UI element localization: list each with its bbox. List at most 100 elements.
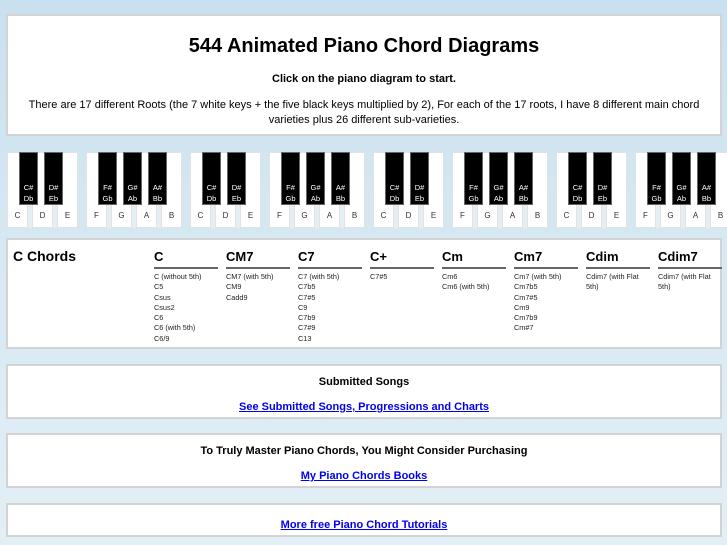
black-key-bb[interactable]: A# Bb [514, 152, 533, 205]
black-key-bb[interactable]: A# Bb [148, 152, 167, 205]
chord-variety-item[interactable]: Csus [154, 293, 218, 303]
black-key-bb[interactable]: A# Bb [697, 152, 716, 205]
chord-heading[interactable]: CM7 [226, 249, 290, 269]
chord-variety-item[interactable]: Cm6 [442, 272, 506, 282]
chord-variety-item[interactable]: C7b5 [298, 282, 362, 292]
chord-variety-item[interactable]: C6 [154, 313, 218, 323]
flat-label: Ab [310, 194, 321, 203]
key-group: F G A B F# Gb G# Ab A# Bb [269, 152, 365, 228]
chord-heading[interactable]: Cdim [586, 249, 650, 269]
chord-variety-item[interactable]: Cm6 (with 5th) [442, 282, 506, 292]
chord-variety-item[interactable]: C9 [298, 303, 362, 313]
chord-heading[interactable]: C [154, 249, 218, 269]
header-panel: 544 Animated Piano Chord Diagrams Click … [6, 14, 722, 136]
chord-variety-item[interactable]: Cm7b9 [514, 313, 578, 323]
black-key-db[interactable]: C# Db [19, 152, 38, 205]
key-label: G [667, 211, 674, 220]
chord-variety-item[interactable]: Csus2 [154, 303, 218, 313]
key-label: E [430, 211, 437, 220]
chord-variety-item[interactable]: C6/9 [154, 334, 218, 344]
flat-label: Db [572, 194, 583, 203]
chords-title: C Chords [13, 248, 76, 264]
sharp-label: D# [231, 183, 242, 192]
black-key-gb[interactable]: F# Gb [464, 152, 483, 205]
chord-variety-item[interactable]: Cm7b5 [514, 282, 578, 292]
key-label: E [247, 211, 254, 220]
key-label: F [460, 211, 465, 220]
chord-variety-item[interactable]: Cm7 (with 5th) [514, 272, 578, 282]
piano-chords-books-link[interactable]: My Piano Chords Books [301, 470, 428, 482]
key-label: C [380, 211, 387, 220]
black-key-gb[interactable]: F# Gb [98, 152, 117, 205]
black-key-bb[interactable]: A# Bb [331, 152, 350, 205]
flat-label: Bb [518, 194, 529, 203]
chord-heading[interactable]: Cm7 [514, 249, 578, 269]
purchase-panel: To Truly Master Piano Chords, You Might … [6, 433, 722, 488]
chord-variety-item[interactable]: C7#9 [298, 323, 362, 333]
chord-variety-list: Cm6 Cm6 (with 5th) [442, 272, 506, 293]
chord-variety-list: Cm7 (with 5th) Cm7b5 Cm7#5 Cm9 Cm7b9 Cm#7 [514, 272, 578, 334]
sharp-label: F# [286, 183, 295, 192]
chord-variety-item[interactable]: C7#5 [298, 293, 362, 303]
chord-column: C7 C7 (with 5th) C7b5 C7#5 C9 C7b9 C7#9 C13 [298, 249, 362, 344]
chord-variety-item[interactable]: Cm9 [514, 303, 578, 313]
chord-heading[interactable]: C7 [298, 249, 362, 269]
chord-variety-list: Cdim7 (with Flat 5th) [586, 272, 650, 293]
chord-variety-item[interactable]: Cadd9 [226, 293, 290, 303]
chord-variety-item[interactable]: C (without 5th) [154, 272, 218, 282]
black-key-gb[interactable]: F# Gb [281, 152, 300, 205]
black-key-eb[interactable]: D# Eb [227, 152, 246, 205]
piano-keyboard[interactable]: C D E C# Db D# Eb F G A B F# Gb G# Ab A# Bb C D E C# Db D# Eb F G… [7, 152, 727, 228]
key-group: F G A B F# Gb G# Ab A# Bb [635, 152, 727, 228]
chord-heading[interactable]: C+ [370, 249, 434, 269]
black-key-db[interactable]: C# Db [568, 152, 587, 205]
chord-column: Cdim Cdim7 (with Flat 5th) [586, 249, 650, 293]
chord-column: Cdim7 Cdim7 (with Flat 5th) [658, 249, 722, 293]
black-key-eb[interactable]: D# Eb [410, 152, 429, 205]
sharp-label: A# [701, 183, 712, 192]
chord-variety-item[interactable]: Cm7#5 [514, 293, 578, 303]
chord-column: C+ C7#5 [370, 249, 434, 282]
chord-variety-item[interactable]: C7#5 [370, 272, 434, 282]
key-label: G [301, 211, 308, 220]
chord-variety-item[interactable]: C5 [154, 282, 218, 292]
sharp-label: D# [597, 183, 608, 192]
chord-heading[interactable]: Cdim7 [658, 249, 722, 269]
key-label: B [168, 211, 175, 220]
black-key-db[interactable]: C# Db [385, 152, 404, 205]
description-text: There are 17 different Roots (the 7 whit… [28, 99, 700, 126]
black-key-db[interactable]: C# Db [202, 152, 221, 205]
black-key-eb[interactable]: D# Eb [44, 152, 63, 205]
key-label: G [484, 211, 491, 220]
chord-heading[interactable]: Cm [442, 249, 506, 269]
black-key-eb[interactable]: D# Eb [593, 152, 612, 205]
chord-variety-item[interactable]: Cdim7 (with Flat 5th) [586, 272, 650, 293]
chord-variety-list: CM7 (with 5th) CM9 Cadd9 [226, 272, 290, 303]
key-group: C D E C# Db D# Eb [556, 152, 627, 228]
black-key-gb[interactable]: F# Gb [647, 152, 666, 205]
key-label: C [563, 211, 570, 220]
more-tutorials-link[interactable]: More free Piano Chord Tutorials [281, 519, 448, 531]
flat-label: Bb [701, 194, 712, 203]
flat-label: Eb [231, 194, 242, 203]
chord-variety-item[interactable]: C7 (with 5th) [298, 272, 362, 282]
flat-label: Db [206, 194, 217, 203]
chord-variety-item[interactable]: C6 (with 5th) [154, 323, 218, 333]
chord-variety-item[interactable]: Cdim7 (with Flat 5th) [658, 272, 722, 293]
black-key-ab[interactable]: G# Ab [489, 152, 508, 205]
flat-label: Eb [597, 194, 608, 203]
chord-variety-item[interactable]: CM7 (with 5th) [226, 272, 290, 282]
submitted-songs-link[interactable]: See Submitted Songs, Progressions and Ch… [239, 401, 489, 413]
key-label: D [39, 211, 46, 220]
submitted-songs-panel: Submitted Songs See Submitted Songs, Pro… [6, 364, 722, 419]
flat-label: Ab [493, 194, 504, 203]
black-key-ab[interactable]: G# Ab [306, 152, 325, 205]
black-key-ab[interactable]: G# Ab [672, 152, 691, 205]
chord-variety-item[interactable]: C7b9 [298, 313, 362, 323]
chord-variety-item[interactable]: Cm#7 [514, 323, 578, 333]
chord-variety-item[interactable]: CM9 [226, 282, 290, 292]
black-key-ab[interactable]: G# Ab [123, 152, 142, 205]
flat-label: Ab [127, 194, 138, 203]
chord-variety-item[interactable]: C13 [298, 334, 362, 344]
flat-label: Db [23, 194, 34, 203]
